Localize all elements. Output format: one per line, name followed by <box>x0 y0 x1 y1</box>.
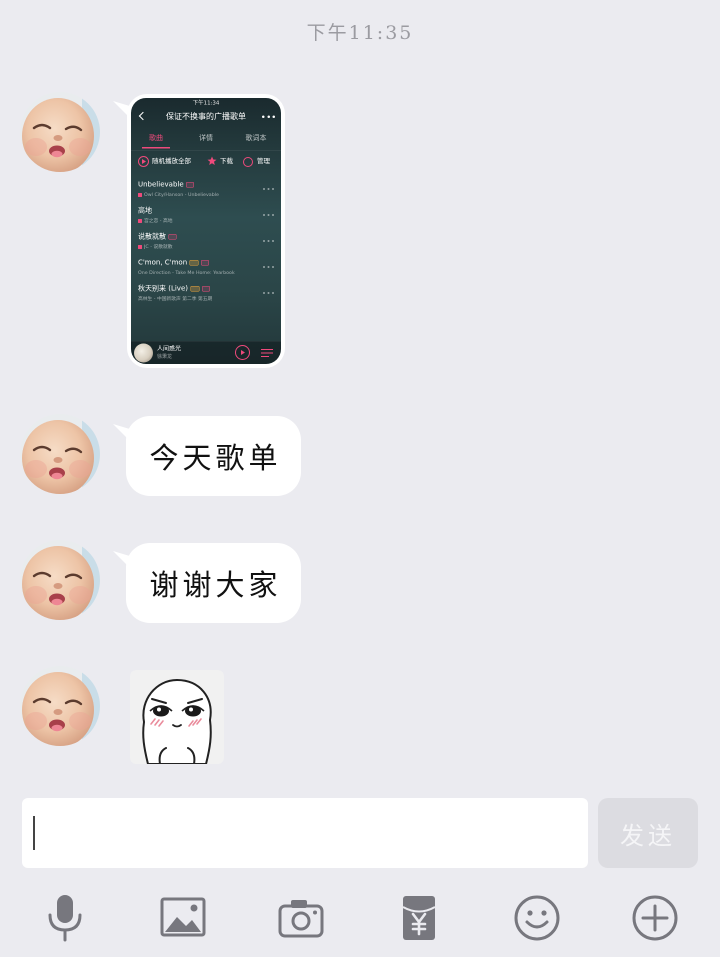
song-badge <box>186 181 195 188</box>
emoji-icon <box>514 895 560 941</box>
baby-avatar-image <box>20 92 100 172</box>
song-title: 说散就散 <box>138 232 177 241</box>
divider <box>131 150 281 151</box>
text-message-bubble[interactable]: 谢谢大家 <box>126 543 301 623</box>
sticker-message[interactable] <box>130 670 224 764</box>
manage-label: 管理 <box>257 157 271 166</box>
more-icon <box>262 115 275 119</box>
red-packet-button[interactable] <box>394 893 444 943</box>
camera-icon <box>278 900 324 938</box>
tab-songs: 歌曲 <box>149 134 163 142</box>
now-playing-title: 人间惑光 <box>157 345 182 352</box>
song-more-icon <box>263 292 274 294</box>
image-icon <box>160 897 206 937</box>
message-timestamp: 下午11:35 <box>306 22 414 44</box>
song-title: 秋天别来 (Live) <box>138 284 210 293</box>
song-more-icon <box>263 266 274 268</box>
status-bar-time: 下午11:34 <box>192 99 220 107</box>
song-more-icon <box>263 240 274 242</box>
song-subtitle: 宫之恋 - 高地 <box>144 218 173 224</box>
song-title-text: 秋天别来 (Live) <box>138 284 188 293</box>
photo-button[interactable] <box>158 893 208 943</box>
downloaded-mark <box>138 193 142 197</box>
download-label: 下载 <box>220 157 234 166</box>
song-badge <box>201 259 210 266</box>
song-badge <box>201 285 210 292</box>
baby-avatar-image <box>20 666 100 746</box>
mini-player: 人间惑光 徐秉龙 <box>131 341 281 364</box>
more-actions-button[interactable] <box>630 893 680 943</box>
red-packet-icon <box>402 896 436 940</box>
song-title-text: C'mon, C'mon <box>138 258 188 267</box>
downloaded-mark <box>138 245 142 249</box>
song-subtitle: Owl City/Hanson - Unbelievable <box>144 192 219 198</box>
plus-icon <box>632 895 678 941</box>
song-subtitle: JC - 说散就散 <box>144 244 173 250</box>
tab-lyrics: 歌词本 <box>245 134 267 142</box>
song-subtitle: 高林生 - 中国新歌声 第二季 第五期 <box>138 296 213 302</box>
manage-icon <box>243 157 253 167</box>
microphone-icon <box>48 895 82 942</box>
active-tab-indicator <box>142 147 170 149</box>
now-playing-artist: 徐秉龙 <box>157 354 172 360</box>
song-title: 高地 <box>138 206 152 215</box>
quality-badge <box>190 285 200 292</box>
song-title-text: Unbelievable <box>138 180 184 189</box>
song-badge <box>168 233 177 240</box>
play-icon <box>235 345 250 360</box>
shuffle-play-icon <box>138 156 149 167</box>
camera-button[interactable] <box>276 893 326 943</box>
baby-avatar-image <box>20 540 100 620</box>
playlist-screen: 下午11:34 保证不换事的广播歌单 歌曲 详情 歌词本 随机播放全部 下载 管… <box>131 98 281 364</box>
tab-details: 详情 <box>199 134 213 142</box>
song-subtitle: One Direction - Take Me Home: Yearbook <box>138 270 235 276</box>
song-title: Unbelievable <box>138 180 195 189</box>
message-input[interactable] <box>22 798 588 868</box>
sender-avatar[interactable] <box>20 414 100 494</box>
song-title-text: 高地 <box>138 206 152 215</box>
song-more-icon <box>263 188 274 190</box>
send-button[interactable]: 发送 <box>598 798 698 868</box>
text-cursor <box>33 816 35 850</box>
playlist-icon <box>261 348 273 358</box>
album-thumbnail <box>134 343 153 363</box>
text-message-bubble[interactable]: 今天歌单 <box>126 416 301 496</box>
sender-avatar[interactable] <box>20 666 100 746</box>
star-icon <box>207 156 217 165</box>
emoji-button[interactable] <box>512 893 562 943</box>
back-icon <box>138 111 148 121</box>
playlist-title: 保证不换事的广播歌单 <box>165 111 246 122</box>
sender-avatar[interactable] <box>20 92 100 172</box>
blushing-face-sticker <box>130 670 224 764</box>
downloaded-mark <box>138 219 142 223</box>
playlist-screenshot: 下午11:34 保证不换事的广播歌单 歌曲 详情 歌词本 随机播放全部 下载 管… <box>131 98 281 364</box>
song-more-icon <box>263 214 274 216</box>
sender-avatar[interactable] <box>20 540 100 620</box>
voice-button[interactable] <box>40 893 90 943</box>
song-title-text: 说散就散 <box>138 232 166 241</box>
quality-badge <box>189 259 199 266</box>
image-message-bubble[interactable]: 下午11:34 保证不换事的广播歌单 歌曲 详情 歌词本 随机播放全部 下载 管… <box>127 94 285 368</box>
shuffle-all-label: 随机播放全部 <box>152 157 192 166</box>
baby-avatar-image <box>20 414 100 494</box>
song-title: C'mon, C'mon <box>138 258 210 267</box>
